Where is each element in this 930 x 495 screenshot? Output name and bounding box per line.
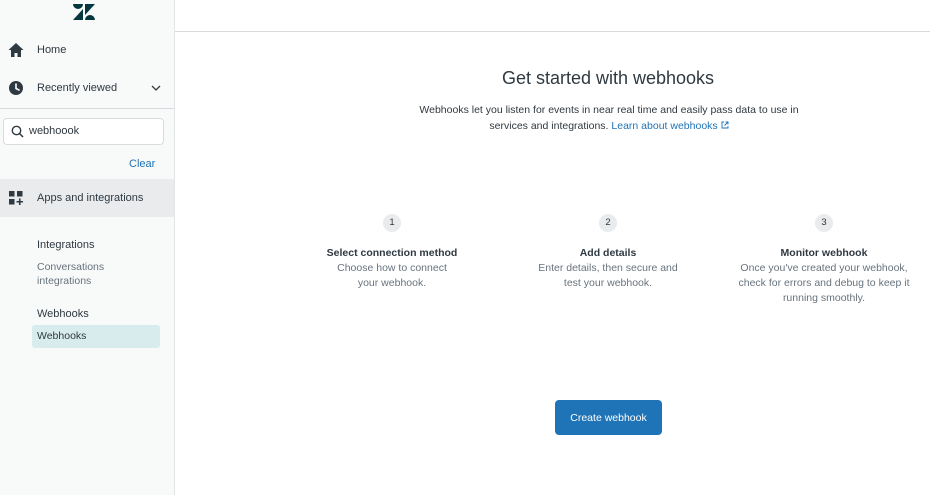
zendesk-logo[interactable] bbox=[73, 3, 95, 21]
webhooks-heading: Webhooks bbox=[37, 308, 89, 320]
step-description: Once you've created your webhook, check … bbox=[738, 262, 910, 304]
sidebar-item-webhooks[interactable]: Webhooks bbox=[32, 325, 160, 348]
nav-recently-viewed[interactable]: Recently viewed bbox=[0, 71, 174, 105]
sidebar-item-conversations-integrations[interactable]: Conversations integrations bbox=[37, 260, 157, 288]
chevron-down-icon[interactable] bbox=[150, 82, 162, 94]
integrations-heading: Integrations bbox=[37, 239, 95, 251]
apps-grid-icon bbox=[9, 191, 23, 205]
step-number: 3 bbox=[815, 214, 833, 232]
search-value[interactable]: webhoook bbox=[29, 125, 79, 137]
conversations-integrations-line1: Conversations bbox=[37, 261, 105, 273]
step-description: Enter details, then secure and test your… bbox=[538, 262, 678, 289]
description-text: Webhooks let you listen for events in ne… bbox=[419, 104, 799, 132]
nav-home[interactable]: Home bbox=[0, 33, 174, 67]
step-number: 1 bbox=[383, 214, 401, 232]
top-bar bbox=[175, 0, 930, 32]
step-description: Choose how to connect your webhook. bbox=[337, 262, 447, 289]
step-1: 1 Select connection method Choose how to… bbox=[302, 214, 482, 291]
nav-apps-and-integrations[interactable]: Apps and integrations bbox=[0, 179, 174, 217]
page-title-text: Get started with webhooks bbox=[501, 68, 715, 88]
search-icon bbox=[11, 125, 24, 138]
step-title: Add details bbox=[579, 247, 637, 259]
create-webhook-button[interactable]: Create webhook bbox=[555, 400, 662, 435]
conversations-integrations-line2: integrations bbox=[37, 275, 92, 287]
sidebar: Home Recently viewed webhoook Clear Apps… bbox=[0, 0, 175, 495]
clock-icon bbox=[9, 81, 23, 95]
external-link-icon bbox=[721, 121, 729, 129]
nav-home-label: Home bbox=[37, 44, 67, 56]
step-number: 2 bbox=[599, 214, 617, 232]
step-3: 3 Monitor webhook Once you've created yo… bbox=[734, 214, 914, 306]
home-icon bbox=[8, 43, 24, 57]
step-title: Monitor webhook bbox=[780, 247, 868, 259]
apps-label: Apps and integrations bbox=[37, 192, 144, 204]
step-2: 2 Add details Enter details, then secure… bbox=[518, 214, 698, 291]
sidebar-divider bbox=[0, 108, 174, 109]
search-input[interactable]: webhoook bbox=[3, 118, 164, 145]
sidebar-item-webhooks-label: Webhooks bbox=[37, 330, 87, 342]
page-description: Webhooks let you listen for events in ne… bbox=[400, 102, 818, 134]
step-title: Select connection method bbox=[326, 247, 458, 259]
learn-link-text: Learn about webhooks bbox=[611, 120, 718, 132]
learn-about-webhooks-link[interactable]: Learn about webhooks bbox=[611, 120, 729, 132]
nav-recently-viewed-label: Recently viewed bbox=[37, 82, 118, 94]
clear-search-link[interactable]: Clear bbox=[129, 158, 155, 170]
